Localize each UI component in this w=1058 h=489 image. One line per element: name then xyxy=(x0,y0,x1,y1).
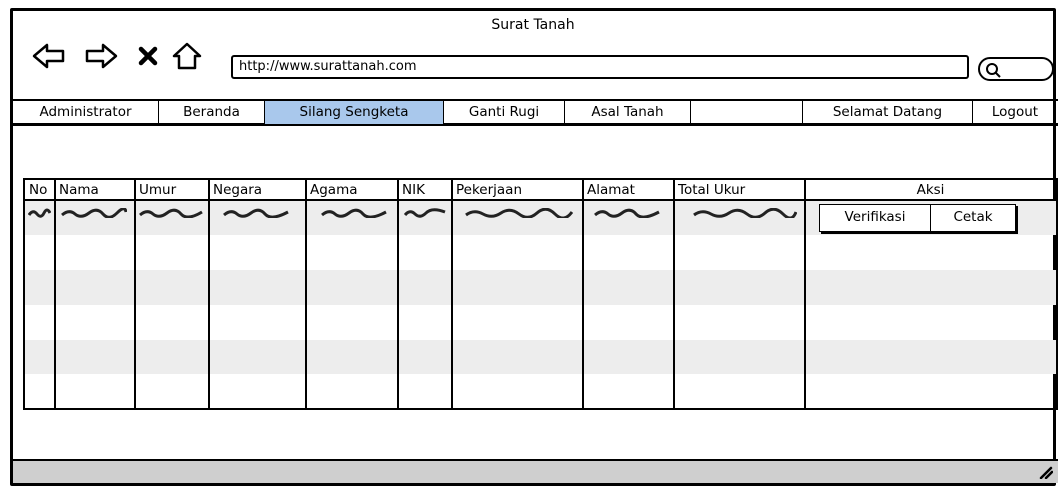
url-input[interactable]: http://www.surattanah.com xyxy=(231,55,969,79)
menu-item-beranda[interactable]: Beranda xyxy=(159,101,265,124)
menu-bar: Administrator Beranda Silang Sengketa Ga… xyxy=(13,99,1058,126)
column-header-nik: NIK xyxy=(402,182,425,198)
menu-item-ganti-rugi[interactable]: Ganti Rugi xyxy=(444,101,565,124)
menu-item-silang-sengketa[interactable]: Silang Sengketa xyxy=(265,101,444,124)
placeholder-scribble xyxy=(594,208,660,218)
placeholder-scribble xyxy=(139,208,203,218)
forward-arrow-icon[interactable] xyxy=(84,41,118,71)
home-icon[interactable] xyxy=(171,41,203,71)
column-header-nama: Nama xyxy=(59,182,99,198)
verify-button[interactable]: Verifikasi xyxy=(819,204,931,232)
print-button[interactable]: Cetak xyxy=(930,204,1016,232)
close-icon[interactable] xyxy=(137,41,159,71)
column-header-no: No xyxy=(29,182,48,198)
column-header-agama: Agama xyxy=(310,182,358,198)
menu-item-asal-tanah[interactable]: Asal Tanah xyxy=(565,101,691,124)
placeholder-scribble xyxy=(465,208,573,218)
column-header-aksi: Aksi xyxy=(916,182,945,198)
menu-item-welcome: Selamat Datang xyxy=(803,101,973,124)
column-header-alamat: Alamat xyxy=(587,182,635,198)
menu-item-administrator[interactable]: Administrator xyxy=(13,101,159,124)
column-header-umur: Umur xyxy=(139,182,177,198)
placeholder-scribble xyxy=(693,208,797,218)
column-header-pekerjaan: Pekerjaan xyxy=(456,182,523,198)
window-title: Surat Tanah xyxy=(491,17,575,33)
menu-item-logout[interactable]: Logout xyxy=(973,101,1057,124)
status-bar xyxy=(13,459,1058,483)
resize-grip-icon[interactable] xyxy=(1039,465,1053,479)
menu-item-empty[interactable] xyxy=(691,101,803,124)
search-icon xyxy=(986,63,1001,78)
placeholder-scribble xyxy=(61,208,127,218)
column-header-total-ukur: Total Ukur xyxy=(678,182,746,198)
column-header-negara: Negara xyxy=(213,182,263,198)
placeholder-scribble xyxy=(223,208,289,218)
placeholder-scribble xyxy=(321,208,387,218)
placeholder-scribble xyxy=(404,208,446,218)
search-input[interactable] xyxy=(978,57,1054,81)
placeholder-scribble xyxy=(28,208,51,218)
browser-window: Surat Tanah http://www.surattanah.com Ad… xyxy=(10,8,1058,486)
back-arrow-icon[interactable] xyxy=(32,41,66,71)
